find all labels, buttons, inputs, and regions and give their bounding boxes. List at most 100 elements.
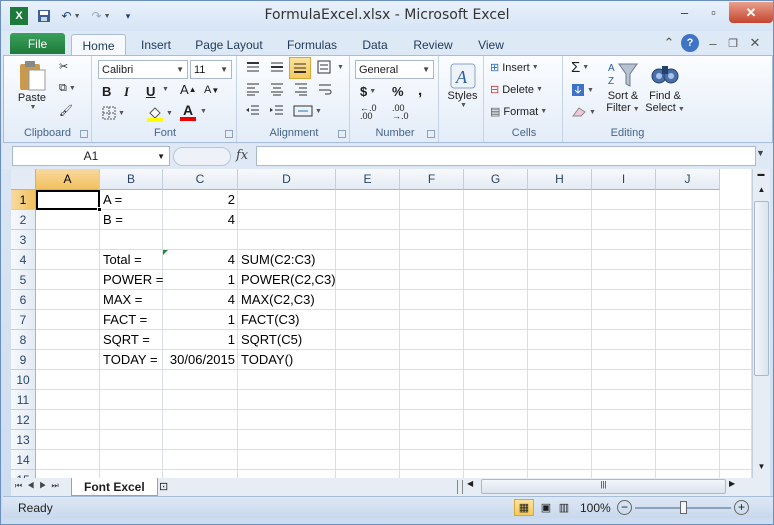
decrease-decimal-icon[interactable]: .00 →.0 [392,104,409,121]
sheet-tab-font-excel[interactable]: Font Excel [71,478,158,496]
active-cell-a1[interactable] [36,190,100,210]
cell-c8[interactable]: 1 [163,330,238,349]
fill-icon[interactable]: ▼ [571,83,594,97]
page-layout-view-icon[interactable]: ▣ [537,499,555,516]
cell-c6[interactable]: 4 [163,290,238,309]
align-center-icon[interactable] [269,82,285,96]
workbook-close-icon[interactable]: ✕ [746,34,764,52]
tab-view[interactable]: View [471,34,511,55]
cell-c7[interactable]: 1 [163,310,238,329]
row-header-4[interactable]: 4 [11,250,36,270]
zoom-out-icon[interactable]: − [617,500,632,515]
sheet-nav-icons[interactable]: ⏮◀▶⏭ [15,481,64,491]
underline-dropdown-icon[interactable]: ▼ [160,86,169,93]
cell-c9[interactable]: 30/06/2015 [163,350,238,369]
normal-view-icon[interactable]: ▦ [514,499,534,516]
row-header-10[interactable]: 10 [11,370,36,390]
increase-decimal-icon[interactable]: ←.0.00 [360,104,377,121]
zoom-level[interactable]: 100% [580,501,611,515]
font-color-dropdown-icon[interactable]: ▼ [198,108,207,115]
expand-formula-bar-icon[interactable]: ▼ [756,148,765,158]
column-header-a[interactable]: A [36,169,100,190]
insert-sheet-icon[interactable]: ⊡ [159,480,177,494]
align-top-icon[interactable] [245,60,261,74]
cell-d6[interactable]: MAX(C2,C3) [238,290,456,309]
cut-icon[interactable]: ✂ [59,60,68,73]
cell-d8[interactable]: SQRT(C5) [238,330,456,349]
format-cells-button[interactable]: ▤ Format ▼ [490,105,547,119]
insert-function-icon[interactable]: fx [236,148,248,163]
grow-font-icon[interactable]: A ▲ [180,82,197,97]
cell-d9[interactable]: TODAY() [238,350,456,369]
italic-button[interactable]: I [124,84,129,100]
format-painter-icon[interactable]: 🖌 [59,104,73,117]
sort-filter-button[interactable]: AZ Sort & Filter ▼ [603,60,643,116]
cell-d4[interactable]: SUM(C2:C3) [238,250,456,269]
minimize-button[interactable]: ‒ [670,2,699,23]
column-header-f[interactable]: F [400,169,464,190]
tab-home[interactable]: Home [71,34,126,56]
bold-button[interactable]: B [102,84,111,99]
workbook-minimize-icon[interactable]: – [704,34,722,52]
column-header-d[interactable]: D [238,169,336,190]
row-header-8[interactable]: 8 [11,330,36,350]
fill-handle[interactable] [97,207,102,212]
minimize-ribbon-icon[interactable]: ⌃ [660,34,678,52]
zoom-in-icon[interactable]: + [734,500,749,515]
workbook-restore-icon[interactable]: ❐ [724,34,742,52]
cell-c1[interactable]: 2 [163,190,238,209]
row-header-14[interactable]: 14 [11,450,36,470]
font-launcher-icon[interactable] [225,130,233,138]
cell-d5[interactable]: POWER(C2,C3) [238,270,456,289]
column-header-b[interactable]: B [100,169,163,190]
tab-formulas[interactable]: Formulas [281,34,343,55]
vertical-scroll-thumb[interactable] [754,201,769,376]
tab-page-layout[interactable]: Page Layout [191,34,267,55]
maximize-button[interactable]: ▫ [699,2,728,23]
select-all-corner[interactable] [11,169,36,190]
align-right-icon[interactable] [293,82,309,96]
help-icon[interactable]: ? [681,34,699,52]
tab-split-handle[interactable] [457,480,463,494]
row-header-15[interactable]: 15 [11,470,36,478]
font-name-combo[interactable]: Calibri ▼ [98,60,188,79]
split-box-icon[interactable]: ▬ [754,171,768,180]
row-header-9[interactable]: 9 [11,350,36,370]
column-header-i[interactable]: I [592,169,656,190]
column-header-e[interactable]: E [336,169,400,190]
styles-button[interactable]: A Styles ▼ [444,62,481,109]
align-bottom-icon[interactable] [289,57,311,79]
zoom-slider-thumb[interactable] [680,501,687,514]
currency-button[interactable]: $ ▼ [360,84,376,99]
number-format-combo[interactable]: General ▼ [355,60,434,79]
font-color-icon[interactable]: A [180,103,196,121]
scroll-right-icon[interactable]: ▶ [729,479,741,494]
row-header-13[interactable]: 13 [11,430,36,450]
formula-bar-divider-handle[interactable] [173,147,231,166]
formula-input[interactable] [256,146,756,166]
column-header-g[interactable]: G [464,169,528,190]
shrink-font-icon[interactable]: A ▼ [204,84,219,96]
find-select-button[interactable]: Find & Select ▼ [644,60,686,116]
tab-data[interactable]: Data [355,34,395,55]
row-header-3[interactable]: 3 [11,230,36,250]
tab-review[interactable]: Review [408,34,458,55]
autosum-button[interactable]: Σ ▼ [571,59,589,76]
row-header-12[interactable]: 12 [11,410,36,430]
font-size-combo[interactable]: 11 ▼ [190,60,232,79]
worksheet-grid[interactable]: ABCDEFGHIJ 123456789101112131415 A =2B =… [11,169,751,478]
row-header-11[interactable]: 11 [11,390,36,410]
column-header-c[interactable]: C [163,169,238,190]
align-middle-icon[interactable] [269,60,285,74]
copy-icon[interactable]: ⧉ ▼ [59,82,76,95]
delete-cells-button[interactable]: ⊟ Delete ▼ [490,83,543,97]
merge-center-icon[interactable]: ▼ [293,104,322,118]
scroll-down-icon[interactable]: ▼ [754,462,769,476]
row-header-6[interactable]: 6 [11,290,36,310]
comma-button[interactable]: , [418,82,422,99]
cell-c5[interactable]: 1 [163,270,238,289]
vertical-scrollbar[interactable]: ▬ ▲ ▼ [752,169,770,478]
orientation-icon[interactable]: ▼ [317,60,344,74]
row-header-7[interactable]: 7 [11,310,36,330]
cell-d7[interactable]: FACT(C3) [238,310,456,329]
